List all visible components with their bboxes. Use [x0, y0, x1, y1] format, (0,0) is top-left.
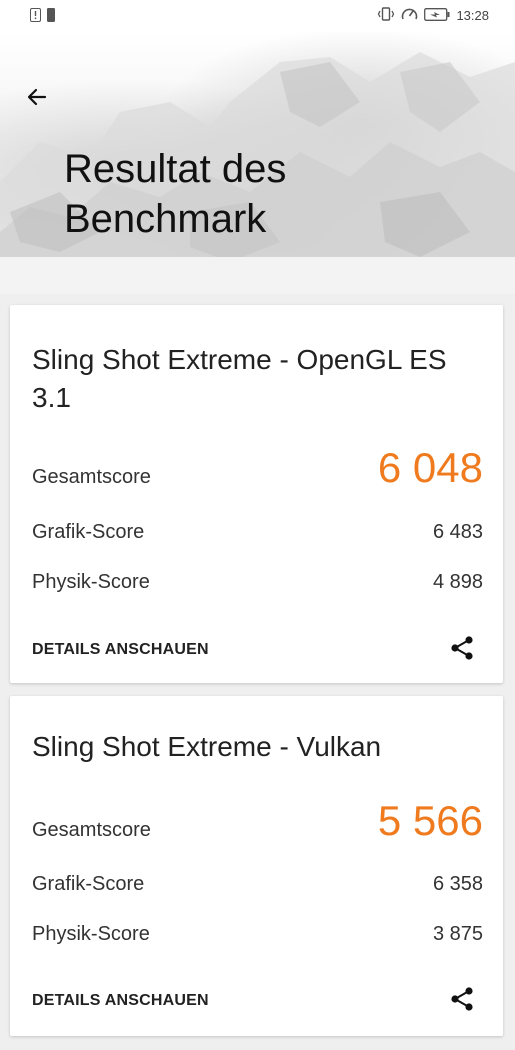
status-bar: 13:28 — [0, 0, 515, 32]
vibrate-icon — [377, 7, 395, 24]
alert-icon — [30, 8, 41, 25]
result-card: Sling Shot Extreme - OpenGL ES 3.1 Gesam… — [10, 305, 503, 683]
physics-score-value: 4 898 — [432, 571, 483, 593]
total-score-label: Gesamtscore — [32, 819, 151, 841]
share-button[interactable] — [447, 986, 477, 1016]
physics-score-label: Physik-Score — [32, 571, 150, 593]
page-title: Resultat des Benchmark — [64, 147, 287, 241]
graphics-score-value: 6 483 — [432, 521, 483, 543]
arrow-left-icon — [25, 85, 49, 114]
battery-icon — [424, 7, 450, 24]
physics-score-value: 3 875 — [432, 923, 483, 945]
card-title: Sling Shot Extreme - Vulkan — [32, 731, 382, 762]
share-button[interactable] — [447, 635, 477, 665]
back-button[interactable] — [22, 84, 52, 114]
share-icon — [449, 635, 475, 666]
sim-icon — [47, 8, 55, 25]
details-button[interactable]: DETAILS ANSCHAUEN — [32, 641, 209, 659]
status-left-icons — [30, 8, 55, 25]
total-score-value: 5 566 — [377, 797, 483, 844]
share-icon — [449, 986, 475, 1017]
graphics-score-value: 6 358 — [432, 873, 483, 895]
card-title: Sling Shot Extreme - OpenGL ES 3.1 — [32, 344, 447, 413]
graphics-score-label: Grafik-Score — [32, 873, 145, 895]
result-card: Sling Shot Extreme - Vulkan Gesamtscore … — [10, 696, 503, 1036]
status-time: 13:28 — [456, 8, 489, 23]
speed-icon — [401, 7, 418, 24]
total-score-label: Gesamtscore — [32, 466, 151, 488]
total-score-value: 6 048 — [377, 444, 483, 491]
details-button[interactable]: DETAILS ANSCHAUEN — [32, 992, 209, 1010]
status-right-icons: 13:28 — [377, 7, 489, 24]
physics-score-label: Physik-Score — [32, 923, 150, 945]
header-hero: Resultat des Benchmark — [0, 32, 515, 294]
graphics-score-label: Grafik-Score — [32, 521, 145, 543]
